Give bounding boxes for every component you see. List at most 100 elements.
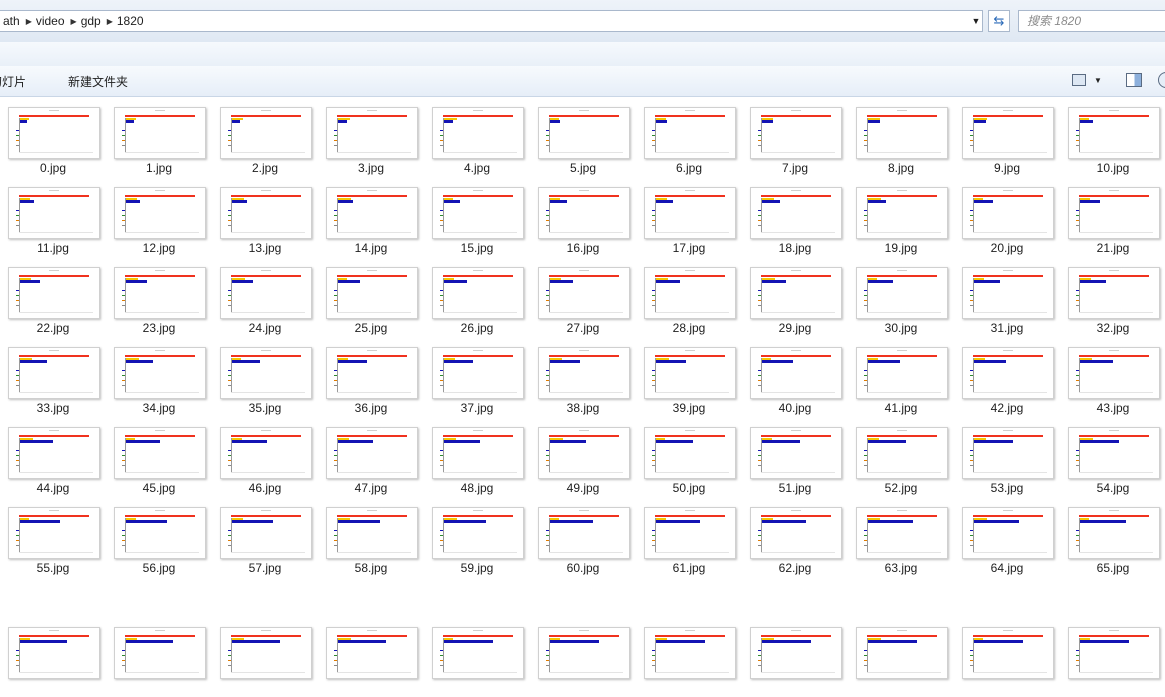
image-thumbnail [432,107,524,159]
breadcrumb-item[interactable]: ath [0,14,26,28]
file-item[interactable]: 14.jpg [324,177,430,257]
file-item[interactable]: 24.jpg [218,257,324,337]
file-item[interactable]: 27.jpg [536,257,642,337]
file-item[interactable]: 51.jpg [748,417,854,497]
file-item[interactable]: 55.jpg [6,497,112,577]
file-item[interactable]: 41.jpg [854,337,960,417]
file-item[interactable]: 17.jpg [642,177,748,257]
file-item[interactable] [960,617,1066,697]
file-item[interactable]: 32.jpg [1066,257,1165,337]
file-item[interactable]: 38.jpg [536,337,642,417]
file-item[interactable]: 48.jpg [430,417,536,497]
file-name: 37.jpg [460,401,494,415]
breadcrumb-item[interactable]: gdp [77,14,107,28]
file-item[interactable]: 60.jpg [536,497,642,577]
file-item[interactable]: 42.jpg [960,337,1066,417]
file-item[interactable]: 39.jpg [642,337,748,417]
file-item[interactable] [218,617,324,697]
preview-pane-icon[interactable] [1126,73,1142,87]
file-item[interactable]: 61.jpg [642,497,748,577]
file-item[interactable]: 40.jpg [748,337,854,417]
file-item[interactable]: 34.jpg [112,337,218,417]
file-item[interactable]: 35.jpg [218,337,324,417]
breadcrumb-item[interactable]: video [32,14,71,28]
file-item[interactable]: 15.jpg [430,177,536,257]
file-item[interactable]: 1.jpg [112,97,218,177]
file-item[interactable] [430,617,536,697]
file-item[interactable]: 33.jpg [6,337,112,417]
file-item[interactable]: 18.jpg [748,177,854,257]
file-item[interactable]: 63.jpg [854,497,960,577]
file-item[interactable]: 7.jpg [748,97,854,177]
file-name: 17.jpg [672,241,706,255]
refresh-icon[interactable]: ⇆ [988,10,1010,32]
file-item[interactable] [112,617,218,697]
file-name: 10.jpg [1096,161,1130,175]
image-thumbnail [538,187,630,239]
file-item[interactable]: 64.jpg [960,497,1066,577]
file-item[interactable]: 19.jpg [854,177,960,257]
file-item[interactable]: 29.jpg [748,257,854,337]
file-item[interactable] [642,617,748,697]
file-name: 39.jpg [672,401,706,415]
file-item[interactable]: 62.jpg [748,497,854,577]
file-item[interactable]: 37.jpg [430,337,536,417]
file-item[interactable] [6,617,112,697]
new-folder-button[interactable]: 新建文件夹 [68,73,128,90]
file-item[interactable]: 43.jpg [1066,337,1165,417]
file-item[interactable]: 13.jpg [218,177,324,257]
file-item[interactable]: 59.jpg [430,497,536,577]
help-icon[interactable] [1158,72,1165,88]
file-item[interactable]: 54.jpg [1066,417,1165,497]
file-item[interactable]: 11.jpg [6,177,112,257]
file-item[interactable]: 23.jpg [112,257,218,337]
file-item[interactable]: 65.jpg [1066,497,1165,577]
change-view-button[interactable]: ▼ [1072,74,1102,86]
file-item[interactable]: 58.jpg [324,497,430,577]
file-item[interactable]: 49.jpg [536,417,642,497]
file-item[interactable]: 46.jpg [218,417,324,497]
file-item[interactable] [1066,617,1165,697]
file-item[interactable] [748,617,854,697]
file-item[interactable]: 22.jpg [6,257,112,337]
file-item[interactable]: 8.jpg [854,97,960,177]
file-item[interactable]: 10.jpg [1066,97,1165,177]
file-item[interactable]: 36.jpg [324,337,430,417]
file-item[interactable]: 20.jpg [960,177,1066,257]
file-item[interactable]: 52.jpg [854,417,960,497]
file-item[interactable]: 50.jpg [642,417,748,497]
search-input[interactable]: 搜索 1820 [1018,10,1165,32]
file-item[interactable]: 21.jpg [1066,177,1165,257]
breadcrumb-item[interactable]: 1820 [113,14,150,28]
file-name: 18.jpg [778,241,812,255]
file-item[interactable]: 57.jpg [218,497,324,577]
file-item[interactable]: 4.jpg [430,97,536,177]
file-item[interactable]: 44.jpg [6,417,112,497]
file-item[interactable] [854,617,960,697]
address-dropdown-icon[interactable]: ▼ [967,10,985,32]
file-item[interactable]: 45.jpg [112,417,218,497]
file-item[interactable]: 31.jpg [960,257,1066,337]
file-item[interactable]: 5.jpg [536,97,642,177]
file-item[interactable]: 25.jpg [324,257,430,337]
file-item[interactable] [324,617,430,697]
file-name: 46.jpg [248,481,282,495]
file-item[interactable]: 6.jpg [642,97,748,177]
slideshow-button[interactable]: 放幻灯片 [0,73,26,90]
address-bar[interactable]: ath ▶ video ▶ gdp ▶ 1820 [0,10,983,32]
file-item[interactable]: 2.jpg [218,97,324,177]
file-item[interactable]: 53.jpg [960,417,1066,497]
file-item[interactable]: 3.jpg [324,97,430,177]
file-item[interactable]: 9.jpg [960,97,1066,177]
file-item[interactable]: 47.jpg [324,417,430,497]
file-name: 42.jpg [990,401,1024,415]
file-item[interactable]: 56.jpg [112,497,218,577]
file-item[interactable] [536,617,642,697]
file-item[interactable]: 26.jpg [430,257,536,337]
file-item[interactable]: 0.jpg [6,97,112,177]
file-item[interactable]: 12.jpg [112,177,218,257]
file-item[interactable]: 30.jpg [854,257,960,337]
file-name: 65.jpg [1096,561,1130,575]
file-item[interactable]: 28.jpg [642,257,748,337]
file-item[interactable]: 16.jpg [536,177,642,257]
